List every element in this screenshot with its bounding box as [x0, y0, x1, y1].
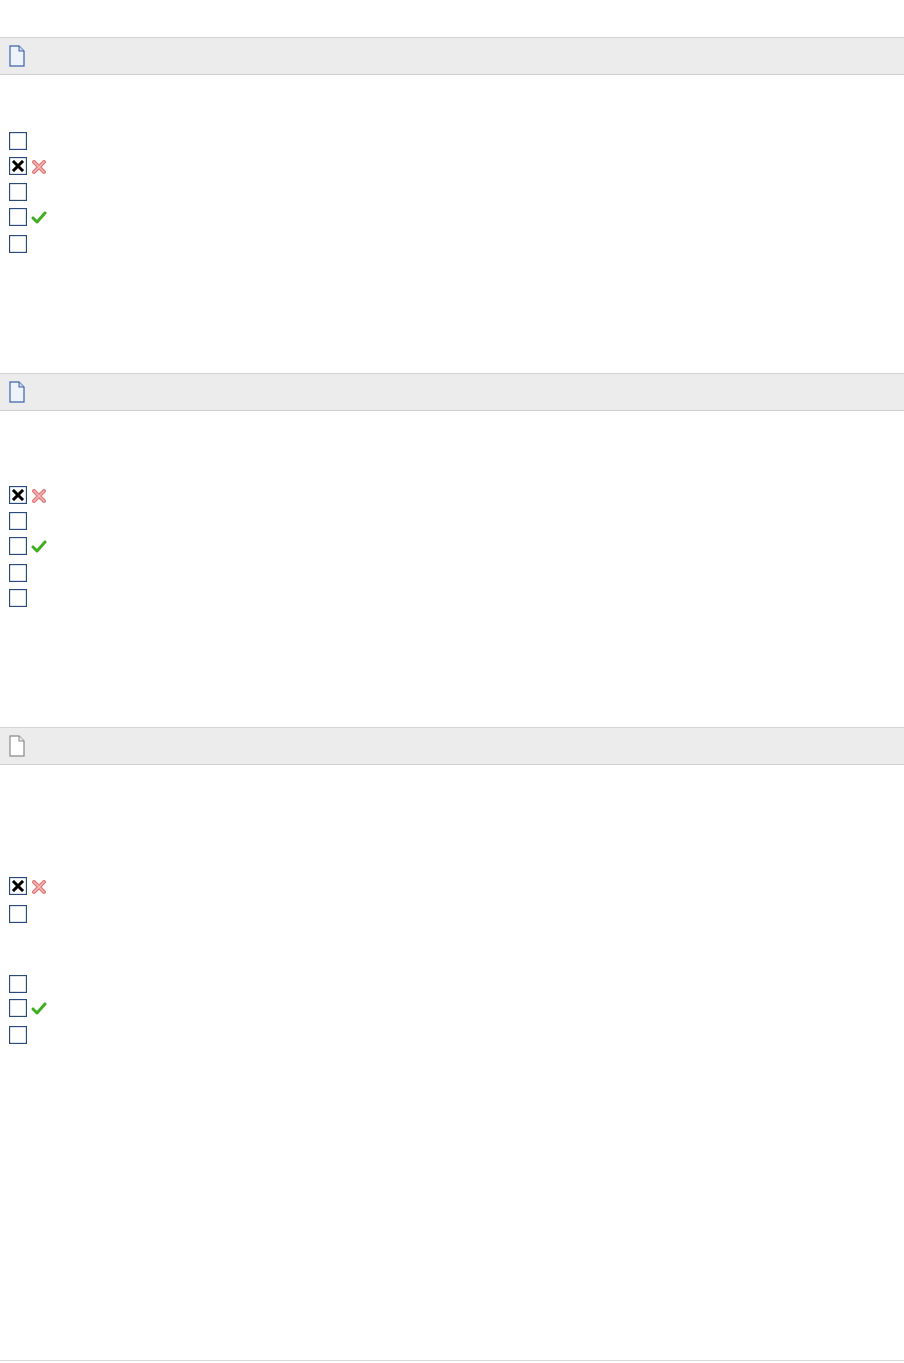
option-row	[9, 157, 69, 175]
checkbox[interactable]	[9, 512, 27, 530]
checkbox[interactable]	[9, 537, 27, 555]
document-icon	[9, 381, 25, 403]
option-row	[9, 183, 69, 201]
question-2-header	[0, 373, 904, 411]
wrong-icon	[32, 489, 46, 503]
document-icon	[9, 45, 25, 67]
checkbox[interactable]	[9, 999, 27, 1017]
wrong-icon	[32, 160, 46, 174]
option-row	[9, 235, 69, 253]
checkbox[interactable]	[9, 235, 27, 253]
checkbox[interactable]	[9, 208, 27, 226]
option-row	[9, 1026, 69, 1044]
checkbox-checked[interactable]	[9, 877, 27, 895]
correct-icon	[31, 1002, 47, 1015]
option-row	[9, 208, 69, 226]
checkbox[interactable]	[9, 905, 27, 923]
option-row	[9, 975, 69, 993]
checkbox[interactable]	[9, 132, 27, 150]
option-row	[9, 999, 69, 1017]
checkbox-checked[interactable]	[9, 486, 27, 504]
wrong-icon	[32, 880, 46, 894]
checkbox-checked[interactable]	[9, 157, 27, 175]
option-row	[9, 877, 69, 895]
checkbox[interactable]	[9, 564, 27, 582]
option-row	[9, 512, 69, 530]
option-row	[9, 486, 69, 504]
question-3-header	[0, 727, 904, 765]
question-1-header	[0, 37, 904, 75]
option-row	[9, 905, 69, 923]
checkbox[interactable]	[9, 975, 27, 993]
correct-icon	[31, 211, 47, 224]
checkbox[interactable]	[9, 589, 27, 607]
option-row	[9, 589, 69, 607]
option-row	[9, 132, 69, 150]
option-row	[9, 564, 69, 582]
blank-document-icon	[9, 735, 25, 757]
bottom-divider	[0, 1360, 904, 1361]
checkbox[interactable]	[9, 1026, 27, 1044]
quiz-results-page	[0, 0, 904, 1363]
checkbox[interactable]	[9, 183, 27, 201]
option-row	[9, 537, 69, 555]
correct-icon	[31, 540, 47, 553]
